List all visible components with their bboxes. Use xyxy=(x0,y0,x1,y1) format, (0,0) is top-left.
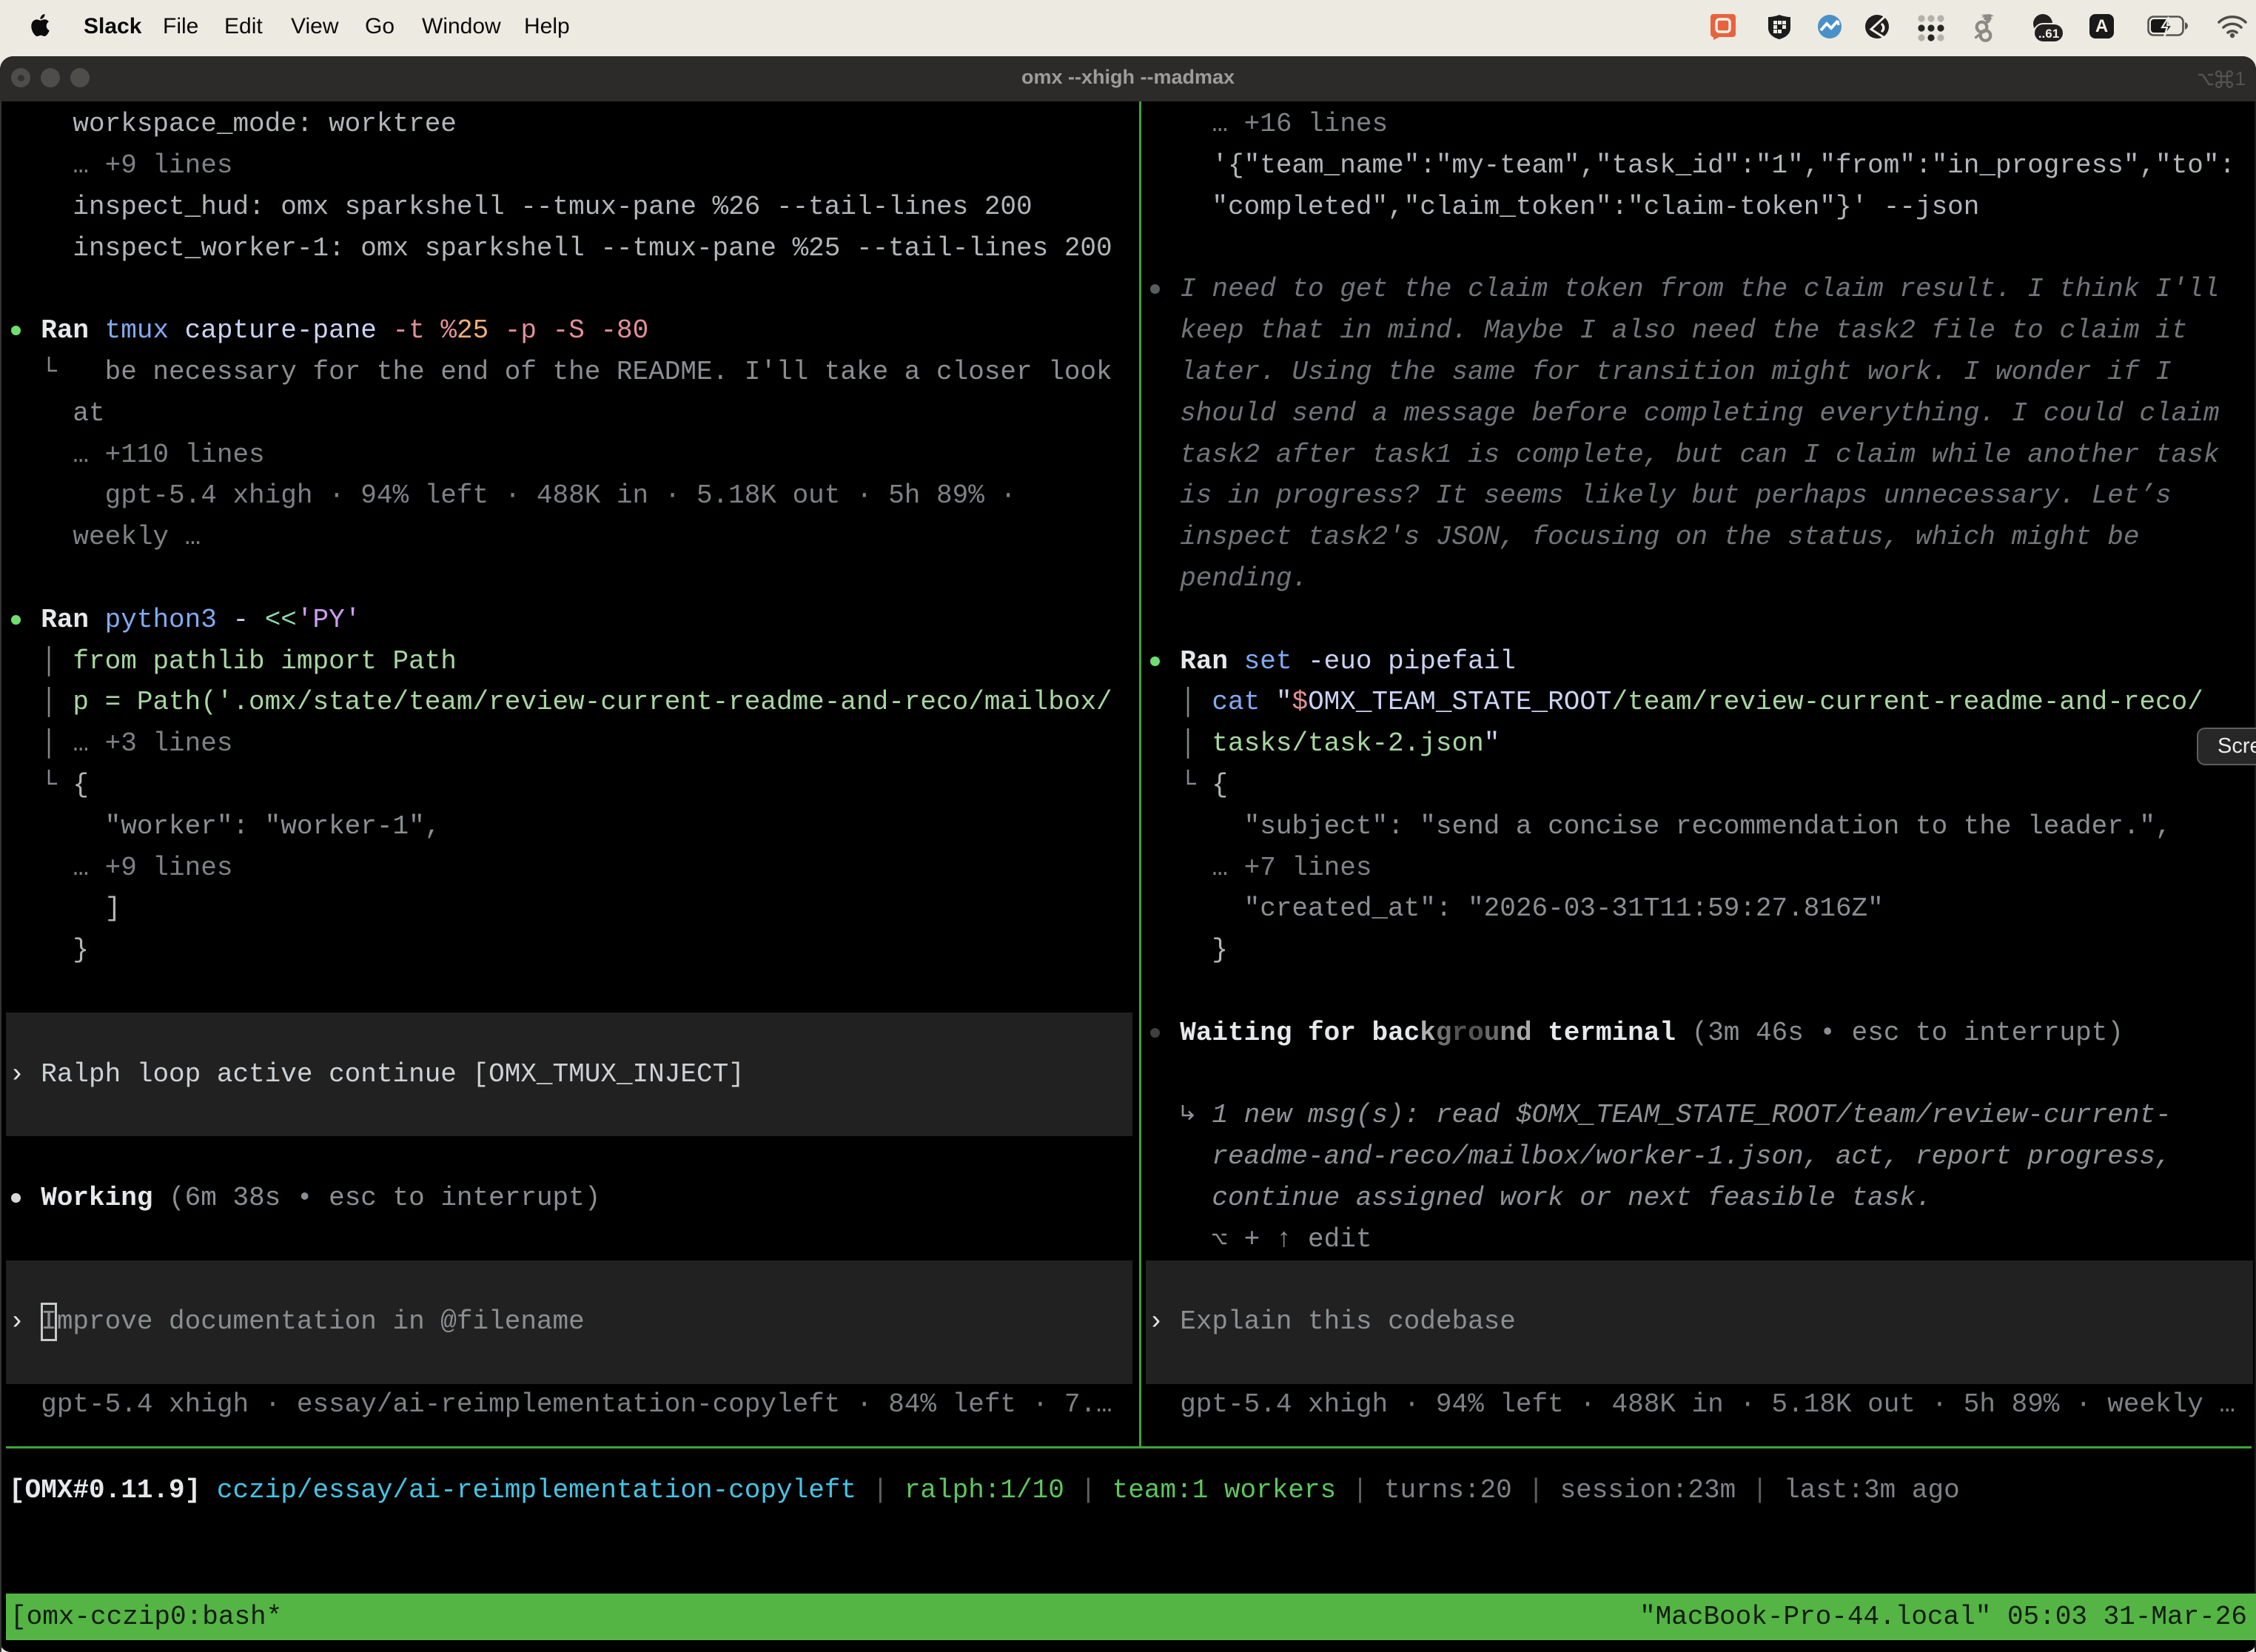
svg-text:..61: ..61 xyxy=(2038,27,2059,41)
